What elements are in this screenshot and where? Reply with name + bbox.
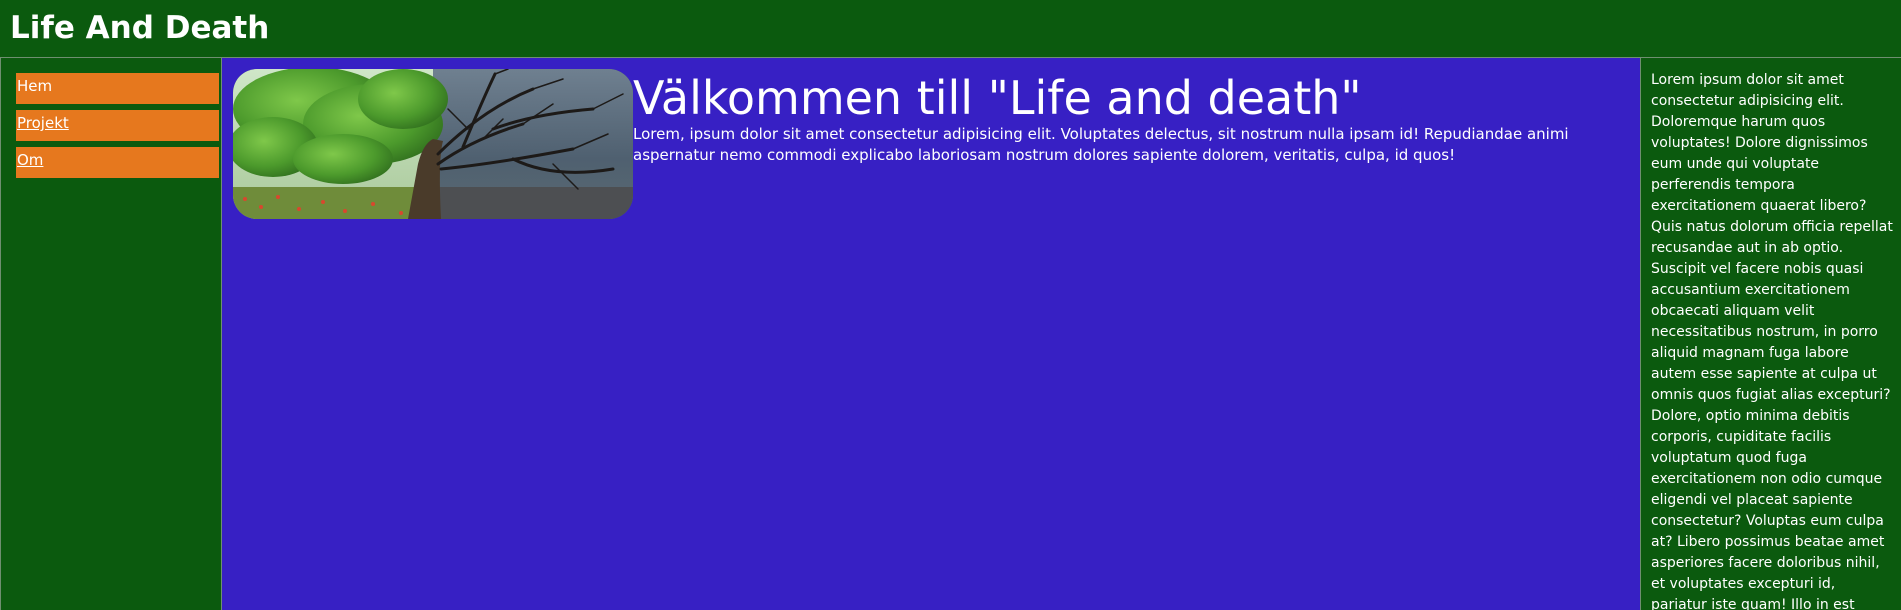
site-title: Life And Death [10, 10, 270, 46]
sidebar-nav: Hem Projekt Om [0, 58, 222, 610]
site-header: Life And Death [0, 0, 1901, 58]
nav-item-om[interactable]: Om [16, 147, 219, 178]
hero-image [233, 69, 633, 219]
welcome-section: Välkommen till "Life and death" Lorem, i… [633, 72, 1633, 166]
nav-item-hem-label[interactable]: Hem [17, 77, 52, 95]
tree-life-death-image [233, 69, 633, 219]
main-content: Välkommen till "Life and death" Lorem, i… [222, 58, 1641, 610]
welcome-heading: Välkommen till "Life and death" [633, 71, 1362, 125]
nav-item-projekt[interactable]: Projekt [16, 110, 219, 141]
nav-list: Hem Projekt Om [1, 58, 221, 178]
page: Life And Death Hem Projekt Om Välkommen … [0, 0, 1901, 610]
nav-item-hem[interactable]: Hem [16, 73, 219, 104]
welcome-intro: Lorem, ipsum dolor sit amet consectetur … [633, 125, 1569, 164]
nav-item-projekt-link[interactable]: Projekt [17, 114, 69, 132]
aside-text: Lorem ipsum dolor sit amet consectetur a… [1651, 72, 1893, 610]
right-sidebar: Lorem ipsum dolor sit amet consectetur a… [1641, 58, 1901, 610]
nav-item-om-link[interactable]: Om [17, 151, 43, 169]
